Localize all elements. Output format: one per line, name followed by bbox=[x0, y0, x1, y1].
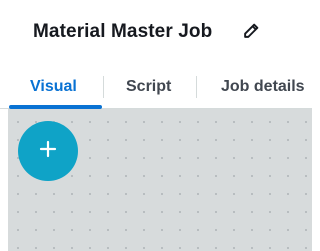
visual-editor: Material Master Job Visual Script Job de… bbox=[0, 0, 312, 251]
add-node-button[interactable] bbox=[18, 121, 78, 181]
tab-divider bbox=[103, 76, 104, 98]
tab-script[interactable]: Script bbox=[126, 78, 171, 96]
job-title: Material Master Job bbox=[33, 21, 213, 42]
edit-job-name-button[interactable] bbox=[240, 22, 262, 44]
job-tabs: Visual Script Job details bbox=[0, 64, 312, 109]
canvas-left-border bbox=[0, 109, 8, 251]
tab-visual[interactable]: Visual bbox=[30, 78, 77, 96]
plus-icon bbox=[39, 140, 57, 163]
tab-divider bbox=[196, 76, 197, 98]
job-header: Material Master Job bbox=[0, 0, 312, 64]
pencil-icon bbox=[243, 22, 260, 44]
tab-job-details[interactable]: Job details bbox=[221, 78, 305, 96]
